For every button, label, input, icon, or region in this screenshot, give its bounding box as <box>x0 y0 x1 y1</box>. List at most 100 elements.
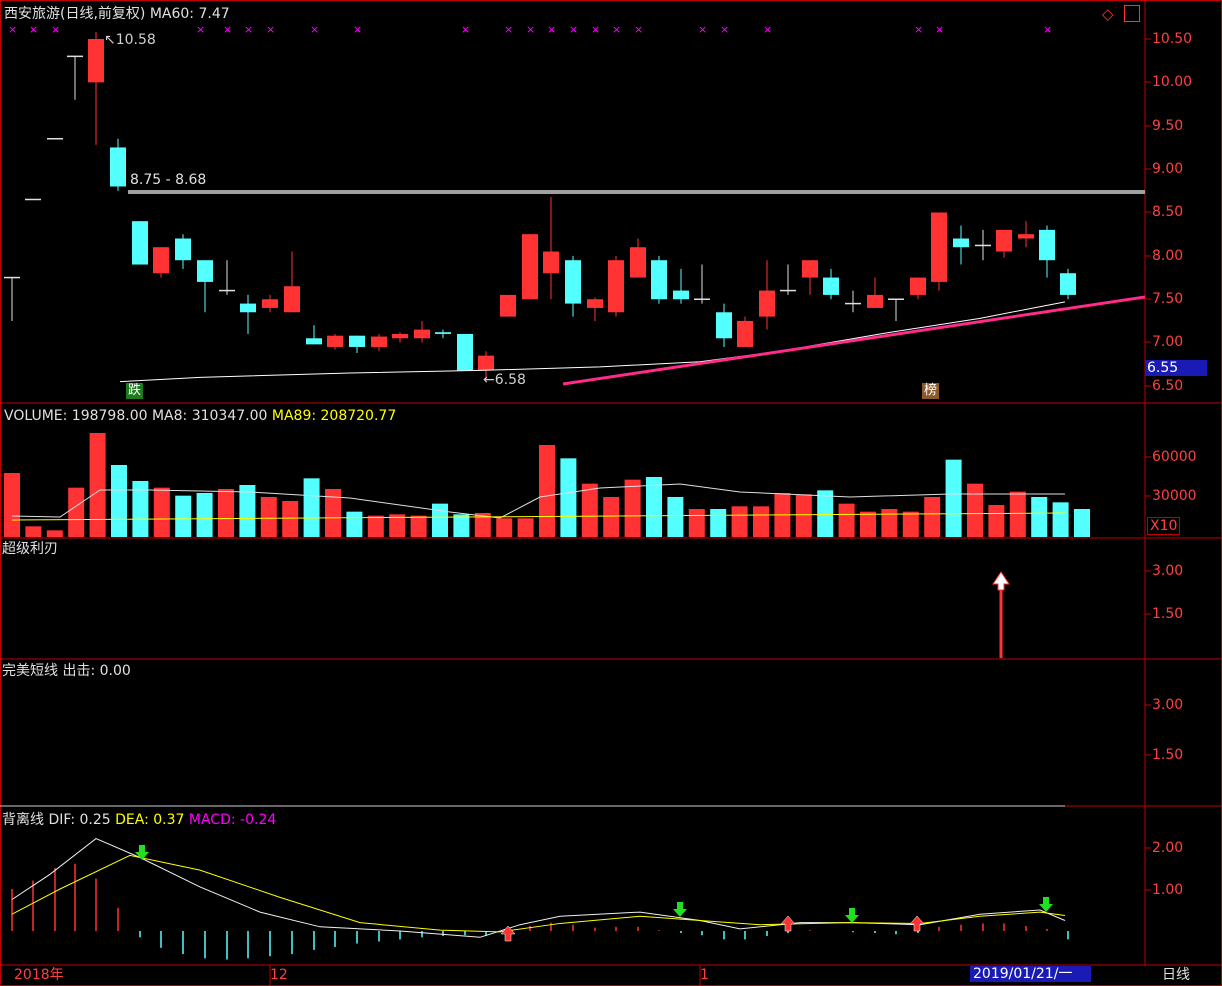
ma60-label: MA60: <box>149 6 195 22</box>
dif-line <box>11 838 1066 938</box>
up-arrow-icon <box>780 915 796 932</box>
volume-bar <box>945 459 962 537</box>
volume-bar <box>346 511 363 537</box>
signal-marker: × <box>914 23 923 36</box>
volume-bar <box>624 479 641 537</box>
candle-up <box>478 355 494 371</box>
candle-up <box>737 320 753 347</box>
signal-marker: × <box>763 23 772 36</box>
indicator2-tick: 1.50 <box>1152 747 1184 763</box>
dif-value: 0.25 <box>79 812 111 828</box>
candle-up <box>759 290 775 317</box>
candle-down <box>1039 229 1055 261</box>
volume-bar <box>838 503 855 537</box>
volume-bar <box>218 489 234 537</box>
volume-bar <box>432 503 448 537</box>
resistance-label: 8.75 - 8.68 <box>130 172 207 188</box>
low-annotation: ←6.58 <box>483 372 526 388</box>
volume-bar <box>410 515 427 537</box>
volume-bar <box>881 509 898 537</box>
chart-canvas[interactable]: × × × × × × × × × × × × × × × × × × × × × × × <box>0 0 1222 986</box>
candle-down <box>565 260 581 304</box>
dea-label: DEA: <box>115 812 149 828</box>
signal-marker: × <box>196 23 205 36</box>
signal-marker: × <box>266 23 275 36</box>
volume-bar <box>539 445 555 537</box>
candle-up <box>630 247 646 278</box>
down-arrow-icon <box>673 902 687 917</box>
candle-up <box>867 294 883 308</box>
signal-marker: × <box>720 23 729 36</box>
signal-marker: × <box>29 23 38 36</box>
macd-header: 背离线 DIF: 0.25 DEA: 0.37 MACD: -0.24 <box>2 812 276 828</box>
volume-bar <box>860 511 876 537</box>
candle-up <box>284 286 300 313</box>
time-label-month: 12 <box>270 967 288 983</box>
candle-up <box>371 336 387 347</box>
candle-down <box>435 332 451 334</box>
candle-up <box>500 294 516 317</box>
volume-bar <box>175 495 192 537</box>
volume-bar <box>1031 497 1048 537</box>
diamond-icon[interactable]: ◇ <box>1102 6 1114 22</box>
volume-unit: X10 <box>1147 517 1181 535</box>
price-tick: 10.50 <box>1152 31 1193 47</box>
volume-bar <box>367 515 384 537</box>
candle-down <box>349 335 365 347</box>
volume-bar <box>667 497 684 537</box>
badge-die[interactable]: 跌 <box>126 383 144 399</box>
volume-bar <box>132 481 149 537</box>
signal-marker: × <box>526 23 535 36</box>
indicator2-header: 完美短线 出击: 0.00 <box>2 663 131 679</box>
volume-bar <box>603 497 620 537</box>
volume-bar <box>4 473 20 537</box>
chart-header: 西安旅游(日线,前复权) MA60: 7.47 <box>4 6 230 22</box>
signal-marker: × <box>547 23 556 36</box>
signal-marker: × <box>612 23 621 36</box>
candle-down <box>132 221 148 265</box>
macd-title: 背离线 <box>2 812 44 828</box>
volume-bar <box>560 458 577 537</box>
candle-down <box>716 312 732 339</box>
price-tick: 6.50 <box>1152 378 1184 394</box>
candle-up <box>543 251 559 274</box>
badge-bang[interactable]: 榜 <box>922 383 940 399</box>
candle-up <box>802 260 818 278</box>
candle-down <box>175 238 191 261</box>
support-trendline <box>562 295 1146 386</box>
window-frame <box>0 0 1222 986</box>
candle-up <box>392 333 408 339</box>
signal-marker: × <box>8 23 17 36</box>
price-tick: 10.00 <box>1152 74 1193 90</box>
signal-marker: × <box>1043 23 1052 36</box>
period-tab[interactable]: 日线 <box>1162 967 1190 983</box>
candle-down <box>673 290 689 300</box>
indicator2-out-value: 0.00 <box>99 663 131 679</box>
candle-up <box>414 329 430 339</box>
candle-down <box>240 303 256 313</box>
macd-tick: 2.00 <box>1152 840 1184 856</box>
volume-bar <box>1009 491 1026 537</box>
indicator1-tick: 1.50 <box>1152 606 1184 622</box>
volume-bar <box>967 483 983 537</box>
candle-up <box>1018 234 1034 239</box>
cursor-date: 2019/01/21/一 <box>970 966 1091 982</box>
candle-up <box>153 247 169 274</box>
volume-bar <box>111 465 127 537</box>
low-value: 6.58 <box>494 372 526 388</box>
signal-marker: × <box>591 23 600 36</box>
volume-bar <box>282 501 299 537</box>
volume-bar <box>753 506 769 537</box>
price-tick: 7.00 <box>1152 334 1184 350</box>
price-tick: 8.50 <box>1152 204 1184 220</box>
signal-marker: × <box>310 23 319 36</box>
signal-marker: × <box>634 23 643 36</box>
window-toggle-icon[interactable] <box>1124 5 1140 22</box>
candle-down <box>651 260 667 300</box>
up-arrow-icon <box>992 571 1010 591</box>
signal-marker: × <box>461 23 470 36</box>
volume-bar <box>1052 502 1069 537</box>
ma89-label: MA89: <box>271 408 317 424</box>
ma8-value: 310347.00 <box>191 408 268 424</box>
current-price-tag: 6.55 <box>1145 360 1207 376</box>
